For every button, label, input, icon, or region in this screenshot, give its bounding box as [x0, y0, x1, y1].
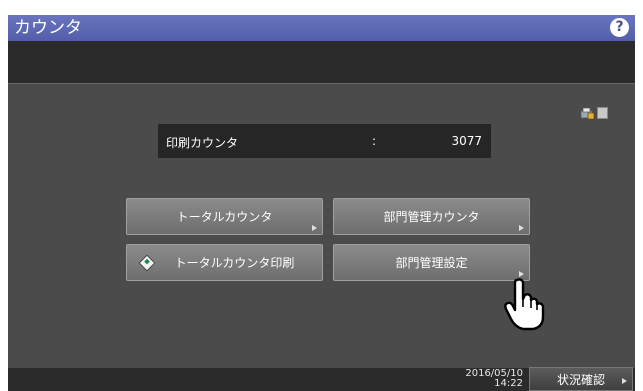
- hand-pointer-icon: [504, 278, 545, 331]
- page-title: カウンタ: [14, 18, 82, 38]
- status-icons: [580, 106, 610, 122]
- arrow-right-icon: [519, 225, 524, 231]
- print-total-counter-label: トータルカウンタ印刷: [174, 256, 295, 270]
- dept-settings-label: 部門管理設定: [395, 256, 468, 270]
- dept-counter-label: 部門管理カウンタ: [383, 210, 480, 224]
- time-text: 14:22: [494, 378, 523, 389]
- status-check-label: 状況確認: [556, 372, 605, 387]
- printer-lock-icon: [580, 107, 595, 120]
- help-button[interactable]: ?: [610, 18, 629, 37]
- dept-counter-button[interactable]: 部門管理カウンタ: [333, 198, 530, 235]
- total-counter-label: トータルカウンタ: [176, 210, 273, 224]
- title-bar: カウンタ ?: [8, 15, 635, 41]
- arrow-right-icon: [622, 378, 627, 384]
- status-check-button[interactable]: 状況確認: [529, 367, 633, 391]
- counter-value: 3077: [451, 134, 482, 148]
- diamond-start-icon: [138, 254, 156, 272]
- counter-separator: :: [372, 134, 377, 148]
- total-counter-button[interactable]: トータルカウンタ: [126, 198, 323, 235]
- print-total-counter-button[interactable]: トータルカウンタ印刷: [126, 244, 323, 281]
- memory-icon: [597, 107, 608, 119]
- counter-label: 印刷カウンタ: [166, 136, 239, 150]
- touch-panel: カウンタ ? 印刷カウンタ : 3077 トータルカウンタ 部門管理カウンタ ト…: [8, 15, 635, 391]
- message-bar: [8, 41, 635, 84]
- datetime: 2016/05/10 14:22: [448, 369, 523, 389]
- print-counter-display: 印刷カウンタ : 3077: [158, 124, 491, 158]
- dept-settings-button[interactable]: 部門管理設定: [333, 244, 530, 281]
- arrow-right-icon: [312, 225, 317, 231]
